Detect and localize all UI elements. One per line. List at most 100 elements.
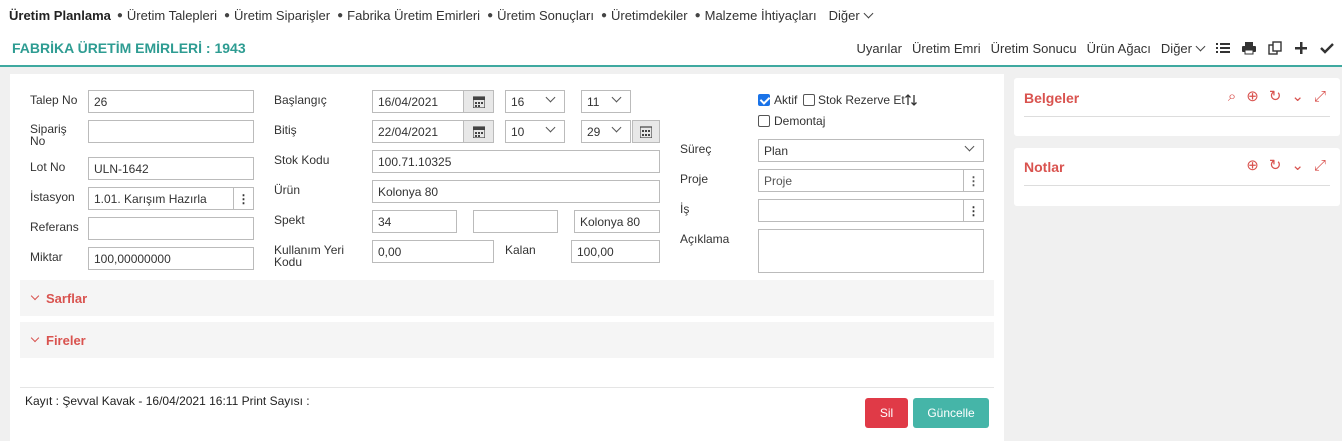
stok-kodu-input[interactable]: 100.71.10325 [372, 150, 660, 173]
expand-icon[interactable]: ⤢ [1314, 89, 1326, 104]
demontaj-label: Demontaj [774, 114, 826, 128]
nav-item-fabrika-uretim-emirleri[interactable]: ● Fabrika Üretim Emirleri [337, 8, 480, 23]
belgeler-panel: Belgeler ⌕ ⊕ ↻ ⌄ ⤢ [1014, 78, 1340, 136]
nav-item-malzeme-ihtiyaclari[interactable]: ● Malzeme İhtiyaçları [695, 8, 817, 23]
chevron-down-icon[interactable]: ⌄ [1291, 158, 1304, 173]
demontaj-checkbox[interactable] [758, 115, 770, 127]
proje-input[interactable]: Proje ⋮ [758, 169, 984, 192]
main-panel: Talep No 26 Sipariş No Lot No ULN-1642 İ… [10, 74, 1004, 441]
notlar-divider [1024, 185, 1330, 186]
aktif-checkbox[interactable] [758, 94, 770, 106]
bitis-hour-select[interactable]: 10 [505, 120, 565, 143]
refresh-icon[interactable]: ↻ [1269, 89, 1282, 104]
uretim-sonucu-link[interactable]: Üretim Sonucu [991, 41, 1077, 56]
add-circle-icon[interactable]: ⊕ [1246, 89, 1259, 104]
aciklama-label: Açıklama [680, 232, 730, 246]
referans-label: Referans [30, 220, 79, 234]
page-title: FABRİKA ÜRETİM EMİRLERİ : 1943 [12, 40, 246, 56]
baslangic-minute-select[interactable]: 11 [581, 90, 631, 113]
notlar-panel: Notlar ⊕ ↻ ⌄ ⤢ [1014, 148, 1340, 206]
baslangic-hour-select[interactable]: 16 [505, 90, 565, 113]
urun-input[interactable]: Kolonya 80 [372, 180, 660, 203]
stok-rezerve-checkbox[interactable] [803, 94, 815, 106]
lot-no-label: Lot No [30, 160, 66, 174]
notlar-actions: ⊕ ↻ ⌄ ⤢ [1236, 158, 1326, 173]
chevron-down-icon [863, 8, 874, 19]
kalan-label: Kalan [505, 243, 536, 257]
uyarilar-link[interactable]: Uyarılar [856, 41, 902, 56]
calendar-icon[interactable] [463, 121, 493, 142]
print-icon[interactable] [1242, 41, 1256, 55]
sort-arrows-icon[interactable] [904, 93, 918, 107]
belgeler-actions: ⌕ ⊕ ↻ ⌄ ⤢ [1218, 89, 1326, 104]
urun-agaci-link[interactable]: Ürün Ağacı [1087, 41, 1151, 56]
list-icon[interactable] [1216, 41, 1230, 55]
record-info: Kayıt : Şevval Kavak - 16/04/2021 16:11 … [25, 394, 310, 408]
kullanim-yeri-label-2: Kodu [274, 255, 303, 269]
lot-no-input[interactable]: ULN-1642 [88, 157, 254, 180]
uretim-emri-link[interactable]: Üretim Emri [912, 41, 981, 56]
calendar-grid-button[interactable] [632, 120, 660, 143]
istasyon-label: İstasyon [30, 190, 75, 204]
expand-icon[interactable]: ⤢ [1314, 158, 1326, 173]
calendar-icon[interactable] [463, 91, 493, 112]
surec-select[interactable]: Plan [758, 139, 984, 162]
istasyon-input[interactable]: 1.01. Karışım Hazırla ⋮ [88, 187, 254, 210]
urun-label: Ürün [274, 183, 301, 197]
spekt-input-3[interactable]: Kolonya 80 [574, 210, 660, 233]
aciklama-textarea[interactable] [758, 229, 984, 273]
talep-no-input[interactable]: 26 [88, 90, 254, 113]
stok-rezerve-label: Stok Rezerve Et [818, 93, 905, 107]
bitis-minute-select[interactable]: 29 [581, 120, 631, 143]
update-button[interactable]: Güncelle [913, 398, 989, 428]
is-input[interactable]: ⋮ [758, 199, 984, 222]
bitis-label: Bitiş [274, 123, 297, 137]
baslangic-label: Başlangıç [274, 93, 327, 107]
more-vertical-icon[interactable]: ⋮ [963, 200, 983, 221]
chevron-down-icon [611, 92, 622, 103]
delete-button[interactable]: Sil [865, 398, 908, 428]
add-circle-icon[interactable]: ⊕ [1246, 158, 1259, 173]
aktif-label: Aktif [774, 93, 798, 107]
top-nav: Üretim Planlama ● Üretim Talepleri ● Üreti… [0, 0, 1342, 31]
nav-item-uretimdekiler[interactable]: ● Üretimdekiler [601, 8, 688, 23]
bitis-date-input[interactable]: 22/04/2021 [372, 120, 494, 143]
surec-label: Süreç [680, 142, 712, 156]
nav-brand[interactable]: Üretim Planlama [9, 8, 111, 23]
baslangic-date-input[interactable]: 16/04/2021 [372, 90, 494, 113]
chevron-down-icon [1195, 41, 1206, 51]
stok-kodu-label: Stok Kodu [274, 153, 330, 167]
belgeler-divider [1024, 116, 1330, 117]
fireler-section-header[interactable]: Fireler [20, 322, 994, 358]
check-icon[interactable] [1320, 41, 1334, 55]
spekt-input-1[interactable]: 34 [372, 210, 457, 233]
chevron-down-icon [611, 122, 622, 133]
nav-item-uretim-siparisler[interactable]: ● Üretim Siparişler [224, 8, 330, 23]
chevron-down-icon [964, 141, 975, 152]
search-icon[interactable]: ⌕ [1228, 89, 1236, 104]
nav-more-menu[interactable]: Diğer [829, 8, 874, 23]
footer-divider [20, 387, 994, 388]
spekt-input-2[interactable] [473, 210, 558, 233]
title-actions: Uyarılar Üretim Emri Üretim Sonucu Ürün … [846, 41, 1342, 56]
talep-no-label: Talep No [30, 93, 78, 107]
miktar-input[interactable]: 100,00000000 [88, 247, 254, 270]
copy-icon[interactable] [1268, 41, 1282, 55]
plus-icon[interactable] [1294, 41, 1308, 55]
nav-item-uretim-talepleri[interactable]: ● Üretim Talepleri [117, 8, 217, 23]
referans-input[interactable] [88, 217, 254, 240]
belgeler-title: Belgeler [1024, 90, 1080, 106]
chevron-down-icon[interactable]: ⌄ [1291, 89, 1304, 104]
sarflar-section-header[interactable]: Sarflar [20, 280, 994, 316]
more-vertical-icon[interactable]: ⋮ [233, 188, 253, 209]
nav-item-uretim-sonuclari[interactable]: ● Üretim Sonuçları [487, 8, 594, 23]
more-vertical-icon[interactable]: ⋮ [963, 170, 983, 191]
siparis-no-input[interactable] [88, 120, 254, 143]
proje-label: Proje [680, 172, 709, 186]
miktar-label: Miktar [30, 250, 63, 264]
siparis-no-label: Sipariş No [30, 122, 67, 148]
kalan-input[interactable]: 100,00 [571, 240, 660, 263]
refresh-icon[interactable]: ↻ [1269, 158, 1282, 173]
kullanim-yeri-input[interactable]: 0,00 [372, 240, 494, 263]
diger-menu[interactable]: Diğer [1161, 41, 1206, 56]
